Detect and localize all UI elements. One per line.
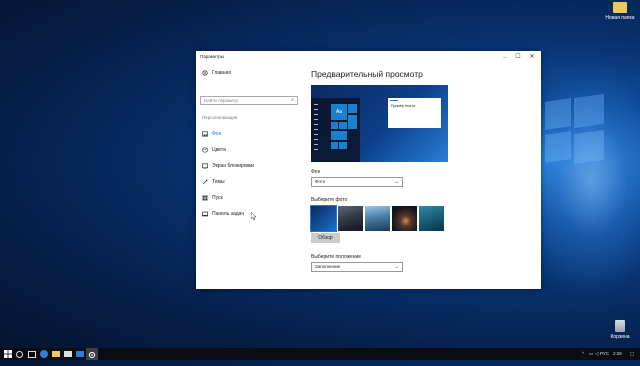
search-taskbar-icon[interactable] <box>16 351 23 358</box>
preview-menu-lines <box>314 104 318 154</box>
language-indicator[interactable]: РУС <box>600 351 609 356</box>
photo-thumbnail[interactable] <box>365 206 390 231</box>
desktop-icon-new-folder[interactable]: Новая папка <box>600 2 640 21</box>
title-bar[interactable]: Параметры — ☐ ✕ <box>196 51 541 63</box>
preview-tile <box>331 131 347 140</box>
tray-chevron-icon[interactable]: ^ <box>582 351 584 356</box>
sidebar-item-start[interactable]: Пуск <box>202 194 223 202</box>
search-placeholder: Найти параметр <box>204 98 239 103</box>
settings-window: Параметры — ☐ ✕ Главная Найти параметр ⌕… <box>196 51 541 289</box>
sidebar-item-label: Панель задач <box>212 211 244 217</box>
task-view-icon[interactable] <box>28 351 36 358</box>
palette-icon <box>202 147 208 153</box>
chevron-down-icon: ⌄ <box>394 179 399 185</box>
sidebar-item-label: Пуск <box>212 195 223 201</box>
notifications-icon[interactable]: ▢ <box>630 351 634 357</box>
store-icon[interactable] <box>64 351 72 357</box>
wallpaper-pane <box>574 93 604 129</box>
section-label: Персонализация <box>202 115 238 120</box>
explorer-icon[interactable] <box>52 351 60 357</box>
preview-window-text: Пример текста <box>391 104 416 108</box>
preview-tile <box>339 142 347 149</box>
search-icon: ⌕ <box>291 97 294 103</box>
preview-tile-text: Aa <box>335 109 343 115</box>
photo-thumbnail[interactable] <box>310 205 337 232</box>
taskbar-icon <box>202 211 208 217</box>
preview-tile <box>339 122 347 129</box>
close-button[interactable]: ✕ <box>527 53 537 61</box>
sidebar-item-home[interactable]: Главная <box>202 69 231 77</box>
gear-icon <box>202 70 208 76</box>
wallpaper-pane <box>574 129 604 165</box>
preview-start-menu: Aa <box>311 98 360 162</box>
mail-icon[interactable] <box>76 351 84 357</box>
maximize-button[interactable]: ☐ <box>513 53 523 61</box>
position-dropdown[interactable]: Заполнение ⌄ <box>311 262 403 272</box>
minimize-button[interactable]: — <box>500 53 510 61</box>
sidebar-item-lock-screen[interactable]: Экран блокировки <box>202 162 254 170</box>
preview-tile: Aa <box>331 104 347 120</box>
main-content: Предварительный просмотр Aa Пример текст… <box>310 63 540 289</box>
preview-window: Пример текста <box>388 98 441 128</box>
recycle-bin-icon <box>615 320 625 332</box>
background-dropdown[interactable]: Фото ⌄ <box>311 177 403 187</box>
mouse-cursor-icon <box>251 212 256 220</box>
position-label: Выберите положение <box>311 254 362 260</box>
sidebar-item-taskbar[interactable]: Панель задач <box>202 210 244 218</box>
desktop-icon-recycle-bin[interactable]: Корзина <box>600 320 640 340</box>
background-value: Фото <box>315 179 326 184</box>
clock[interactable]: 2:28 <box>613 351 622 356</box>
chevron-down-icon: ⌄ <box>394 264 399 270</box>
background-label: Фон <box>311 169 321 175</box>
wallpaper-pane <box>545 131 571 163</box>
preview-window-titlebar <box>390 100 398 101</box>
brush-icon <box>202 179 208 185</box>
preview-tile <box>331 142 338 149</box>
preview-tile <box>348 104 357 113</box>
position-value: Заполнение <box>315 264 341 269</box>
taskbar: ^ ▭ ◁ РУС 2:28 ▢ <box>0 348 640 360</box>
sidebar-item-themes[interactable]: Темы <box>202 178 225 186</box>
sidebar: Главная Найти параметр ⌕ Персонализация … <box>196 63 302 289</box>
desktop-icon-label: Корзина <box>610 334 630 340</box>
wallpaper-pane <box>545 98 571 130</box>
sidebar-item-label: Темы <box>212 179 225 185</box>
sidebar-item-label: Главная <box>212 70 232 76</box>
window-title: Параметры <box>200 54 224 59</box>
edge-icon[interactable] <box>40 350 48 358</box>
photo-thumbnail[interactable] <box>338 206 363 231</box>
lock-screen-icon <box>202 163 208 169</box>
sidebar-item-background[interactable]: Фон <box>202 130 221 138</box>
network-icon[interactable]: ▭ <box>589 351 593 357</box>
sidebar-item-colors[interactable]: Цвета <box>202 146 226 154</box>
sidebar-item-label: Цвета <box>212 147 226 153</box>
preview-tile <box>348 115 357 129</box>
folder-icon <box>613 2 627 13</box>
sidebar-item-label: Экран блокировки <box>212 163 255 169</box>
windows-start-icon[interactable] <box>4 350 12 358</box>
image-icon <box>202 131 208 137</box>
preview-tile <box>331 122 338 129</box>
choose-photo-label: Выберите фото <box>311 197 348 203</box>
page-title: Предварительный просмотр <box>311 69 423 79</box>
photo-thumbnail[interactable] <box>392 206 417 231</box>
settings-gear-icon[interactable] <box>86 348 98 360</box>
desktop-icon-label: Новая папка <box>605 15 635 21</box>
start-icon <box>202 195 208 201</box>
browse-button[interactable]: Обзор <box>311 233 340 243</box>
photo-thumbnail[interactable] <box>419 206 444 231</box>
search-input[interactable]: Найти параметр ⌕ <box>200 96 298 105</box>
sidebar-item-label: Фон <box>212 131 222 137</box>
volume-icon[interactable]: ◁ <box>595 351 598 357</box>
desktop-preview: Aa Пример текста <box>311 85 448 162</box>
